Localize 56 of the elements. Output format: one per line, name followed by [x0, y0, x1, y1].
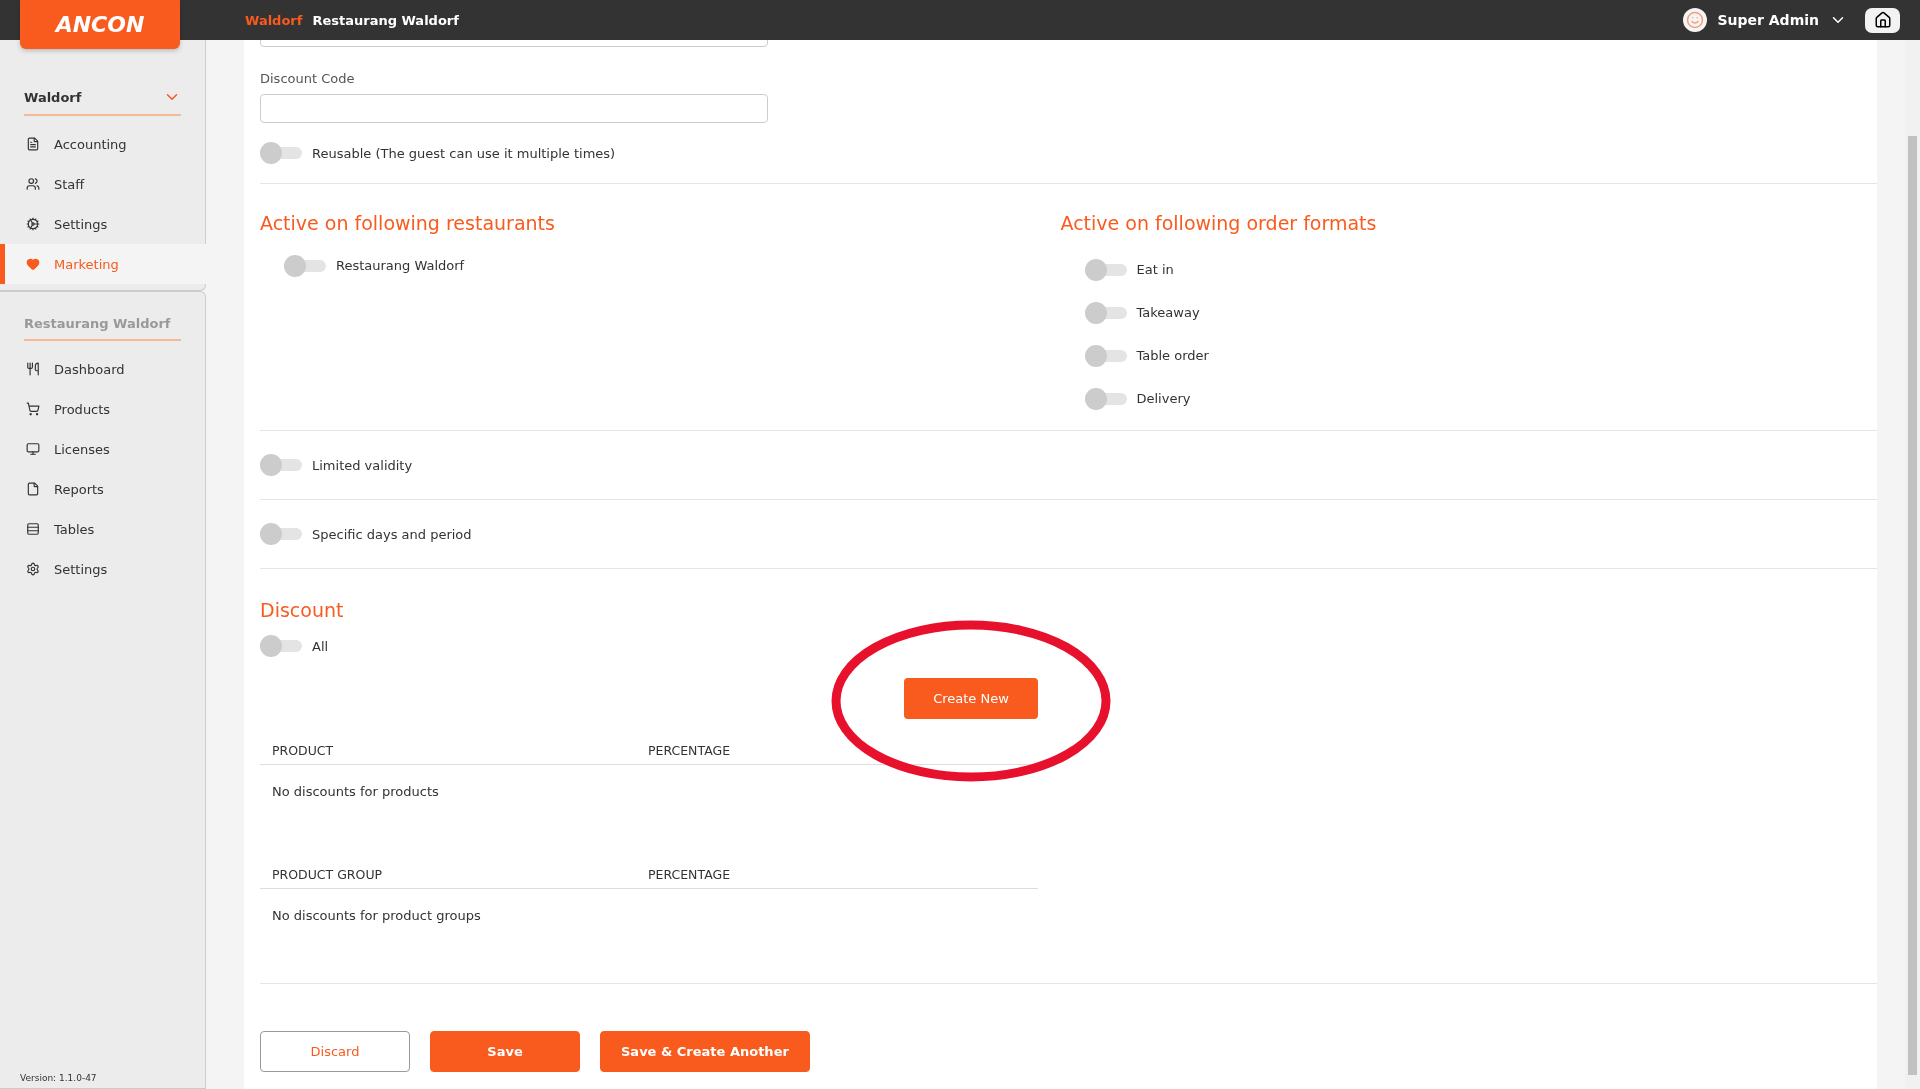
- empty-message: No discounts for products: [271, 783, 440, 799]
- document-icon: [26, 137, 40, 151]
- toggle-label: Reusable (The guest can use it multiple times): [312, 145, 616, 161]
- toggle-switch[interactable]: [1084, 344, 1127, 367]
- section-title: Active on following order formats: [1060, 212, 1378, 234]
- toggle-switch[interactable]: [1084, 301, 1127, 324]
- sidebar-item[interactable]: Staff: [0, 164, 205, 204]
- monitor-icon: [26, 442, 40, 456]
- column-header: PERCENTAGE: [648, 867, 732, 882]
- column-header: PRODUCT: [272, 743, 335, 758]
- sidebar-item[interactable]: Tables: [0, 509, 205, 549]
- restaurant-name: Restaurang Waldorf: [24, 316, 171, 331]
- people-icon: [26, 177, 40, 191]
- sidebar-item[interactable]: Licenses: [0, 429, 205, 469]
- breadcrumb-item[interactable]: Waldorf: [245, 12, 303, 28]
- toggle-switch[interactable]: [260, 635, 302, 657]
- organization-name[interactable]: Waldorf: [24, 89, 82, 105]
- sidebar-item[interactable]: Settings: [0, 549, 205, 589]
- user-name[interactable]: Super Admin: [1717, 12, 1819, 28]
- column-header: PRODUCT GROUP: [272, 867, 384, 882]
- section-title: Active on following restaurants: [260, 212, 556, 234]
- toggle-label: Limited validity: [312, 457, 413, 473]
- home-button[interactable]: [1865, 7, 1900, 33]
- document-icon: [26, 482, 40, 496]
- empty-message: No discounts for product groups: [271, 907, 482, 923]
- home-icon: [1873, 11, 1892, 29]
- utensils-icon: [26, 362, 40, 376]
- toggle-label: Eat in: [1136, 262, 1174, 277]
- version-text: Version: 1.1.0-47: [20, 1073, 97, 1083]
- discount-code-field[interactable]: [260, 94, 768, 123]
- toggle-switch[interactable]: [1084, 387, 1127, 410]
- field-label: Discount Code: [260, 71, 356, 86]
- cart-icon: [26, 402, 40, 416]
- toggle-label: Restaurang Waldorf: [336, 258, 465, 273]
- gear-icon: [26, 562, 40, 576]
- toggle-label: All: [312, 638, 329, 654]
- column-header: PERCENTAGE: [648, 743, 732, 758]
- sidebar-item[interactable]: Products: [0, 389, 205, 429]
- toggle-switch[interactable]: [260, 454, 302, 476]
- toggle-label: Takeaway: [1136, 305, 1200, 320]
- sidebar-item[interactable]: Settings: [0, 204, 205, 244]
- heart-icon: [26, 257, 40, 271]
- toggle-switch[interactable]: [284, 254, 326, 277]
- toggle-label: Delivery: [1136, 391, 1191, 406]
- toggle-switch[interactable]: [260, 142, 302, 164]
- sidebar-item[interactable]: Reports: [0, 469, 205, 509]
- table-icon: [26, 522, 40, 536]
- toggle-switch[interactable]: [1084, 258, 1127, 281]
- sidebar-item[interactable]: Dashboard: [0, 349, 205, 389]
- toggle-switch[interactable]: [260, 523, 302, 545]
- toggle-label: Table order: [1136, 348, 1209, 363]
- gears-icon: [26, 217, 40, 231]
- sidebar-item[interactable]: Accounting: [0, 124, 205, 164]
- breadcrumb-item[interactable]: Restaurang Waldorf: [312, 12, 459, 28]
- section-title: Discount: [260, 599, 345, 621]
- toggle-label: Specific days and period: [312, 526, 472, 542]
